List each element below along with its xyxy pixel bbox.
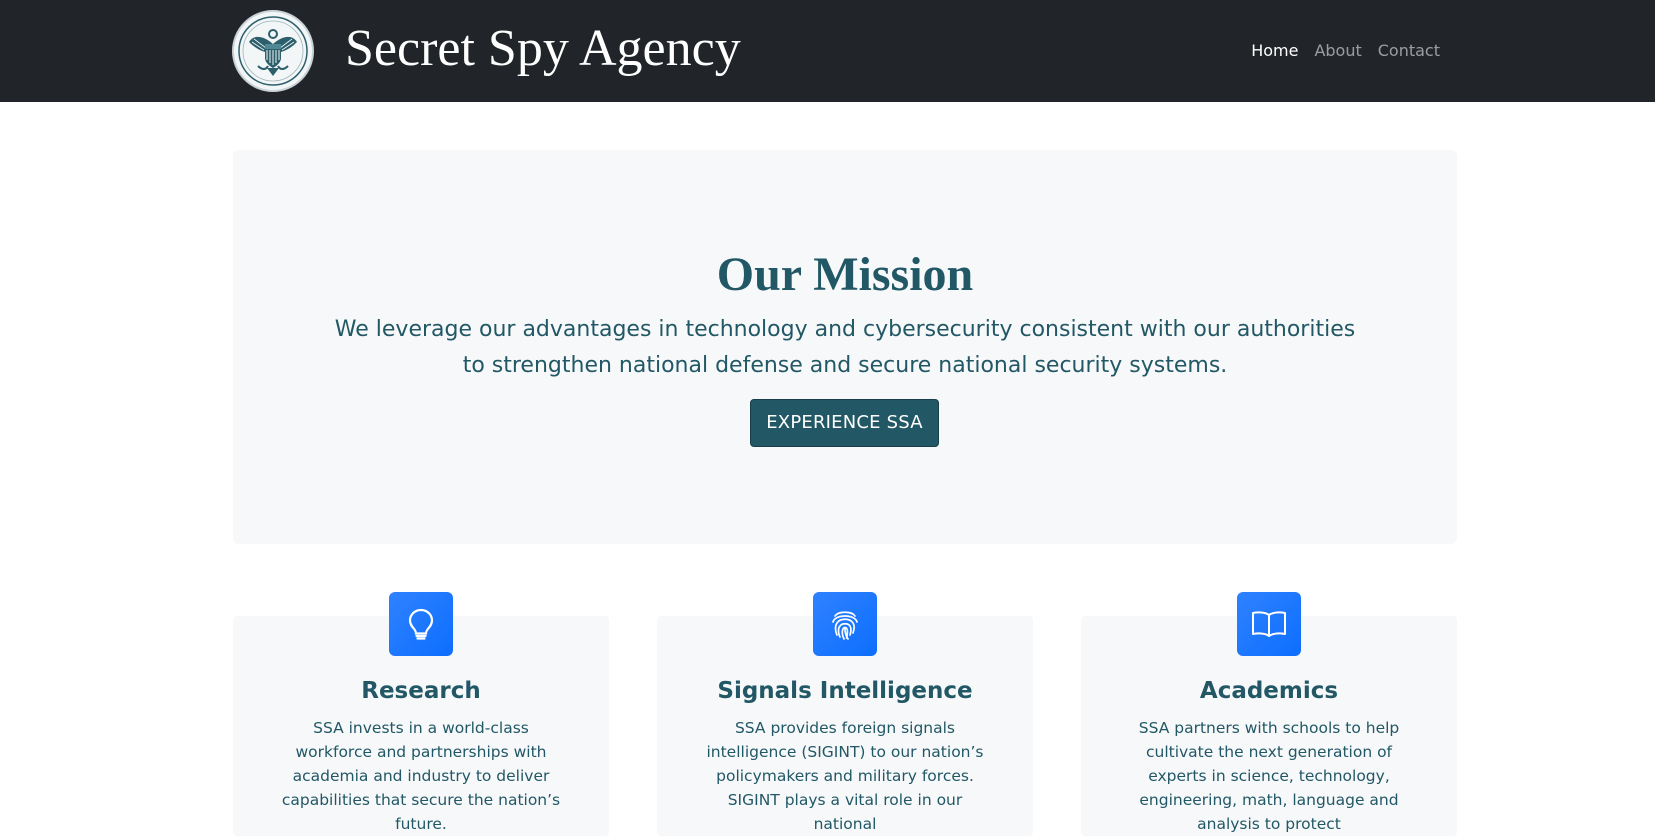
card-text: SSA invests in a world-class workforce a… [281,719,561,833]
card-title: Signals Intelligence [717,678,973,704]
feature-card-signals-intelligence: Signals Intelligence SSA provides foreig… [657,592,1033,836]
hero-title: Our Mission [716,248,974,301]
card-text: SSA provides foreign signals intelligenc… [706,719,984,833]
feature-card-research: Research SSA invests in a world-class wo… [233,592,609,836]
lightbulb-icon [389,592,453,656]
nav-links: Home About Contact [1243,38,1448,63]
nav-link-home[interactable]: Home [1243,38,1306,63]
hero-text: We leverage our advantages in technology… [334,317,1356,378]
nav-link-contact[interactable]: Contact [1370,38,1448,63]
mission-hero: Our Mission We leverage our advantages i… [233,150,1457,544]
book-icon [1237,592,1301,656]
card-title: Research [361,678,481,704]
card-text: SSA partners with schools to help cultiv… [1138,719,1400,833]
card-title: Academics [1199,678,1339,704]
nav-link-about[interactable]: About [1306,38,1369,63]
navbar: Secret Spy Agency Home About Contact [0,0,1655,102]
agency-seal-icon[interactable] [232,10,314,92]
experience-ssa-button[interactable]: EXPERIENCE SSA [750,399,939,447]
site-brand[interactable]: Secret Spy Agency [345,18,741,80]
fingerprint-icon [813,592,877,656]
feature-card-academics: Academics SSA partners with schools to h… [1081,592,1457,836]
